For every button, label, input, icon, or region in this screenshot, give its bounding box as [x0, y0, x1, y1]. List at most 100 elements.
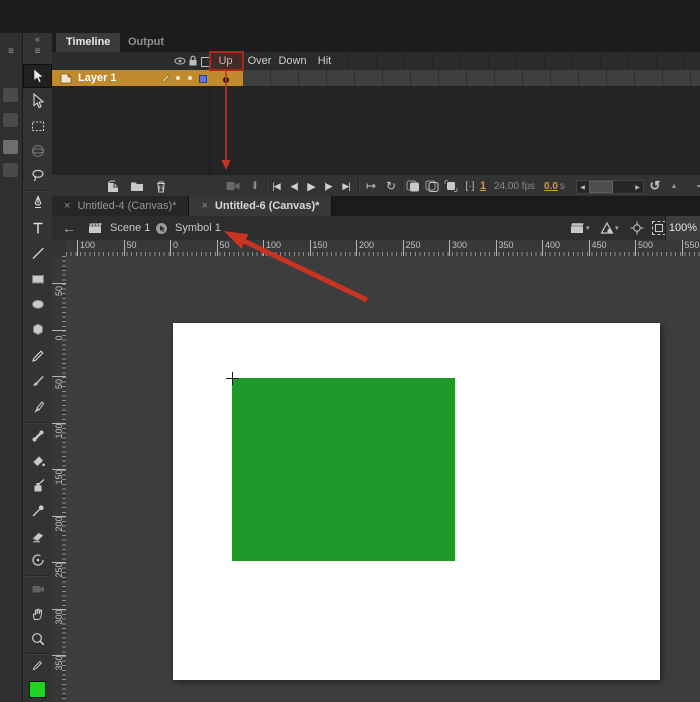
- oval-icon: [30, 296, 46, 312]
- stage-zoom-field[interactable]: 100%: [665, 216, 700, 240]
- lock-all-layers-icon[interactable]: [188, 55, 198, 67]
- ink-bottle-tool[interactable]: [23, 474, 52, 498]
- go-to-last-frame-button[interactable]: ▶|: [338, 175, 354, 197]
- tab-output[interactable]: Output: [118, 33, 174, 52]
- polystar-tool[interactable]: [23, 317, 52, 341]
- clip-content-button[interactable]: [652, 216, 666, 240]
- onion-skin-button[interactable]: [404, 175, 422, 197]
- step-back-button[interactable]: ◀|: [286, 175, 302, 197]
- frame-ruler[interactable]: Up Over Down Hit: [209, 52, 700, 70]
- v-ruler-label: 300: [54, 602, 64, 632]
- stroke-color-control[interactable]: [23, 655, 52, 675]
- loop-playback-button[interactable]: ↻: [382, 175, 400, 197]
- play-button[interactable]: ▶: [303, 175, 319, 197]
- layer-lock-dot[interactable]: [188, 76, 192, 80]
- eraser-tool[interactable]: [23, 524, 52, 548]
- doc-tab-untitled-4[interactable]: ×Untitled-4 (Canvas)*: [52, 196, 189, 216]
- center-stage-button[interactable]: [630, 216, 644, 240]
- tools-menu-icon[interactable]: ≡: [23, 47, 52, 57]
- go-to-first-frame-button[interactable]: |◀: [268, 175, 284, 197]
- scroll-left-arrow[interactable]: ◀: [577, 184, 588, 191]
- dock-panel-button[interactable]: [3, 113, 18, 127]
- h-ruler-label: 550: [682, 240, 700, 256]
- timeline-horizontal-scrollbar[interactable]: ◀ ▶: [576, 180, 644, 194]
- paint-bucket-tool[interactable]: [23, 449, 52, 473]
- lasso-tool[interactable]: [23, 164, 52, 188]
- pasteboard[interactable]: [66, 256, 700, 702]
- deco-swirl-icon: [30, 552, 46, 568]
- new-layer-button[interactable]: [104, 175, 122, 197]
- dock-panel-button[interactable]: [3, 163, 18, 177]
- bone-tool[interactable]: [23, 424, 52, 448]
- dock-panel-button[interactable]: [3, 88, 18, 102]
- frame-label-over[interactable]: Over: [243, 52, 276, 70]
- selection-tool[interactable]: [23, 64, 52, 88]
- onion-skin-outlines-button[interactable]: [423, 175, 441, 197]
- 3d-rotation-tool[interactable]: [23, 139, 52, 163]
- scrollbar-thumb[interactable]: [589, 181, 613, 193]
- symbol-breadcrumb[interactable]: Symbol 1: [175, 216, 221, 240]
- frame-label-down[interactable]: Down: [276, 52, 309, 70]
- show-hide-all-layers-eye-icon[interactable]: [174, 56, 186, 66]
- layer-outline-color-swatch[interactable]: [199, 75, 207, 83]
- elapsed-time-field[interactable]: 0.0s: [544, 175, 574, 197]
- doc-tab-untitled-6[interactable]: ×Untitled-6 (Canvas)*: [189, 196, 332, 216]
- edit-symbols-button[interactable]: ▾: [600, 216, 619, 240]
- timeline-collapse-button[interactable]: ▲: [666, 175, 682, 197]
- step-forward-button[interactable]: |▶: [320, 175, 336, 197]
- eyedropper-tool[interactable]: [23, 499, 52, 523]
- timeline-body[interactable]: [52, 86, 700, 174]
- panel-menu-icon[interactable]: ≡: [0, 47, 22, 57]
- layer-1-row[interactable]: Layer 1: [52, 70, 209, 86]
- edit-multiple-frames-button[interactable]: [442, 175, 460, 197]
- zoom-tool[interactable]: [23, 627, 52, 651]
- paint-brush-tool[interactable]: [23, 395, 52, 419]
- show-hide-markers-button[interactable]: ‖: [248, 175, 262, 197]
- horizontal-ruler: 10050050100150200250300350400450500550: [66, 240, 700, 257]
- keyframe-cell-up[interactable]: [209, 70, 243, 86]
- subselection-arrow-icon: [30, 93, 46, 109]
- scroll-right-arrow[interactable]: ▶: [632, 184, 643, 191]
- deco-tool[interactable]: [23, 548, 52, 572]
- frame-rate-label[interactable]: 24.00 fps: [494, 175, 546, 197]
- delete-layer-button[interactable]: [152, 175, 170, 197]
- h-ruler-label: 450: [589, 240, 607, 256]
- tab-timeline[interactable]: Timeline: [56, 33, 120, 52]
- center-frame-button[interactable]: ↦: [362, 175, 380, 197]
- collapse-panel-icon[interactable]: «: [23, 34, 52, 44]
- drawn-green-rectangle[interactable]: [232, 378, 455, 561]
- current-frame-field[interactable]: 1: [476, 175, 490, 197]
- frame-cells-strip[interactable]: [243, 70, 700, 86]
- v-ruler-label: 150: [54, 462, 64, 492]
- oval-tool[interactable]: [23, 292, 52, 316]
- h-ruler-label: 200: [356, 240, 374, 256]
- scene-breadcrumb[interactable]: Scene 1: [110, 216, 150, 240]
- camera-toggle-button[interactable]: [224, 175, 242, 197]
- fill-color-control[interactable]: [23, 677, 52, 701]
- free-transform-tool[interactable]: [23, 114, 52, 138]
- pen-tool[interactable]: [23, 191, 52, 215]
- close-tab-icon[interactable]: ×: [201, 200, 207, 212]
- frame-label-up[interactable]: Up: [209, 52, 242, 70]
- back-button[interactable]: ←: [62, 216, 76, 240]
- stage-canvas[interactable]: [173, 323, 660, 680]
- reset-timeline-zoom-button[interactable]: ↺: [646, 175, 664, 197]
- layer-visibility-dot[interactable]: [176, 76, 180, 80]
- text-tool[interactable]: [23, 216, 52, 240]
- edit-scene-button[interactable]: ▾: [570, 216, 590, 240]
- hand-tool[interactable]: [23, 602, 52, 626]
- camera-tool[interactable]: [23, 577, 52, 601]
- vertical-ruler: 50050100150200250300350400: [52, 256, 67, 702]
- brush-tool[interactable]: [23, 369, 52, 393]
- frame-label-hit[interactable]: Hit: [308, 52, 341, 70]
- new-folder-button[interactable]: [128, 175, 146, 197]
- line-tool[interactable]: [23, 241, 52, 265]
- dock-panel-button[interactable]: [3, 140, 18, 154]
- rectangle-tool[interactable]: [23, 267, 52, 291]
- pen-icon: [30, 195, 46, 211]
- 3d-rotation-icon: [30, 143, 46, 159]
- subselection-tool[interactable]: [23, 89, 52, 113]
- layer-name[interactable]: Layer 1: [78, 72, 117, 84]
- pencil-tool[interactable]: [23, 344, 52, 368]
- close-tab-icon[interactable]: ×: [64, 200, 70, 212]
